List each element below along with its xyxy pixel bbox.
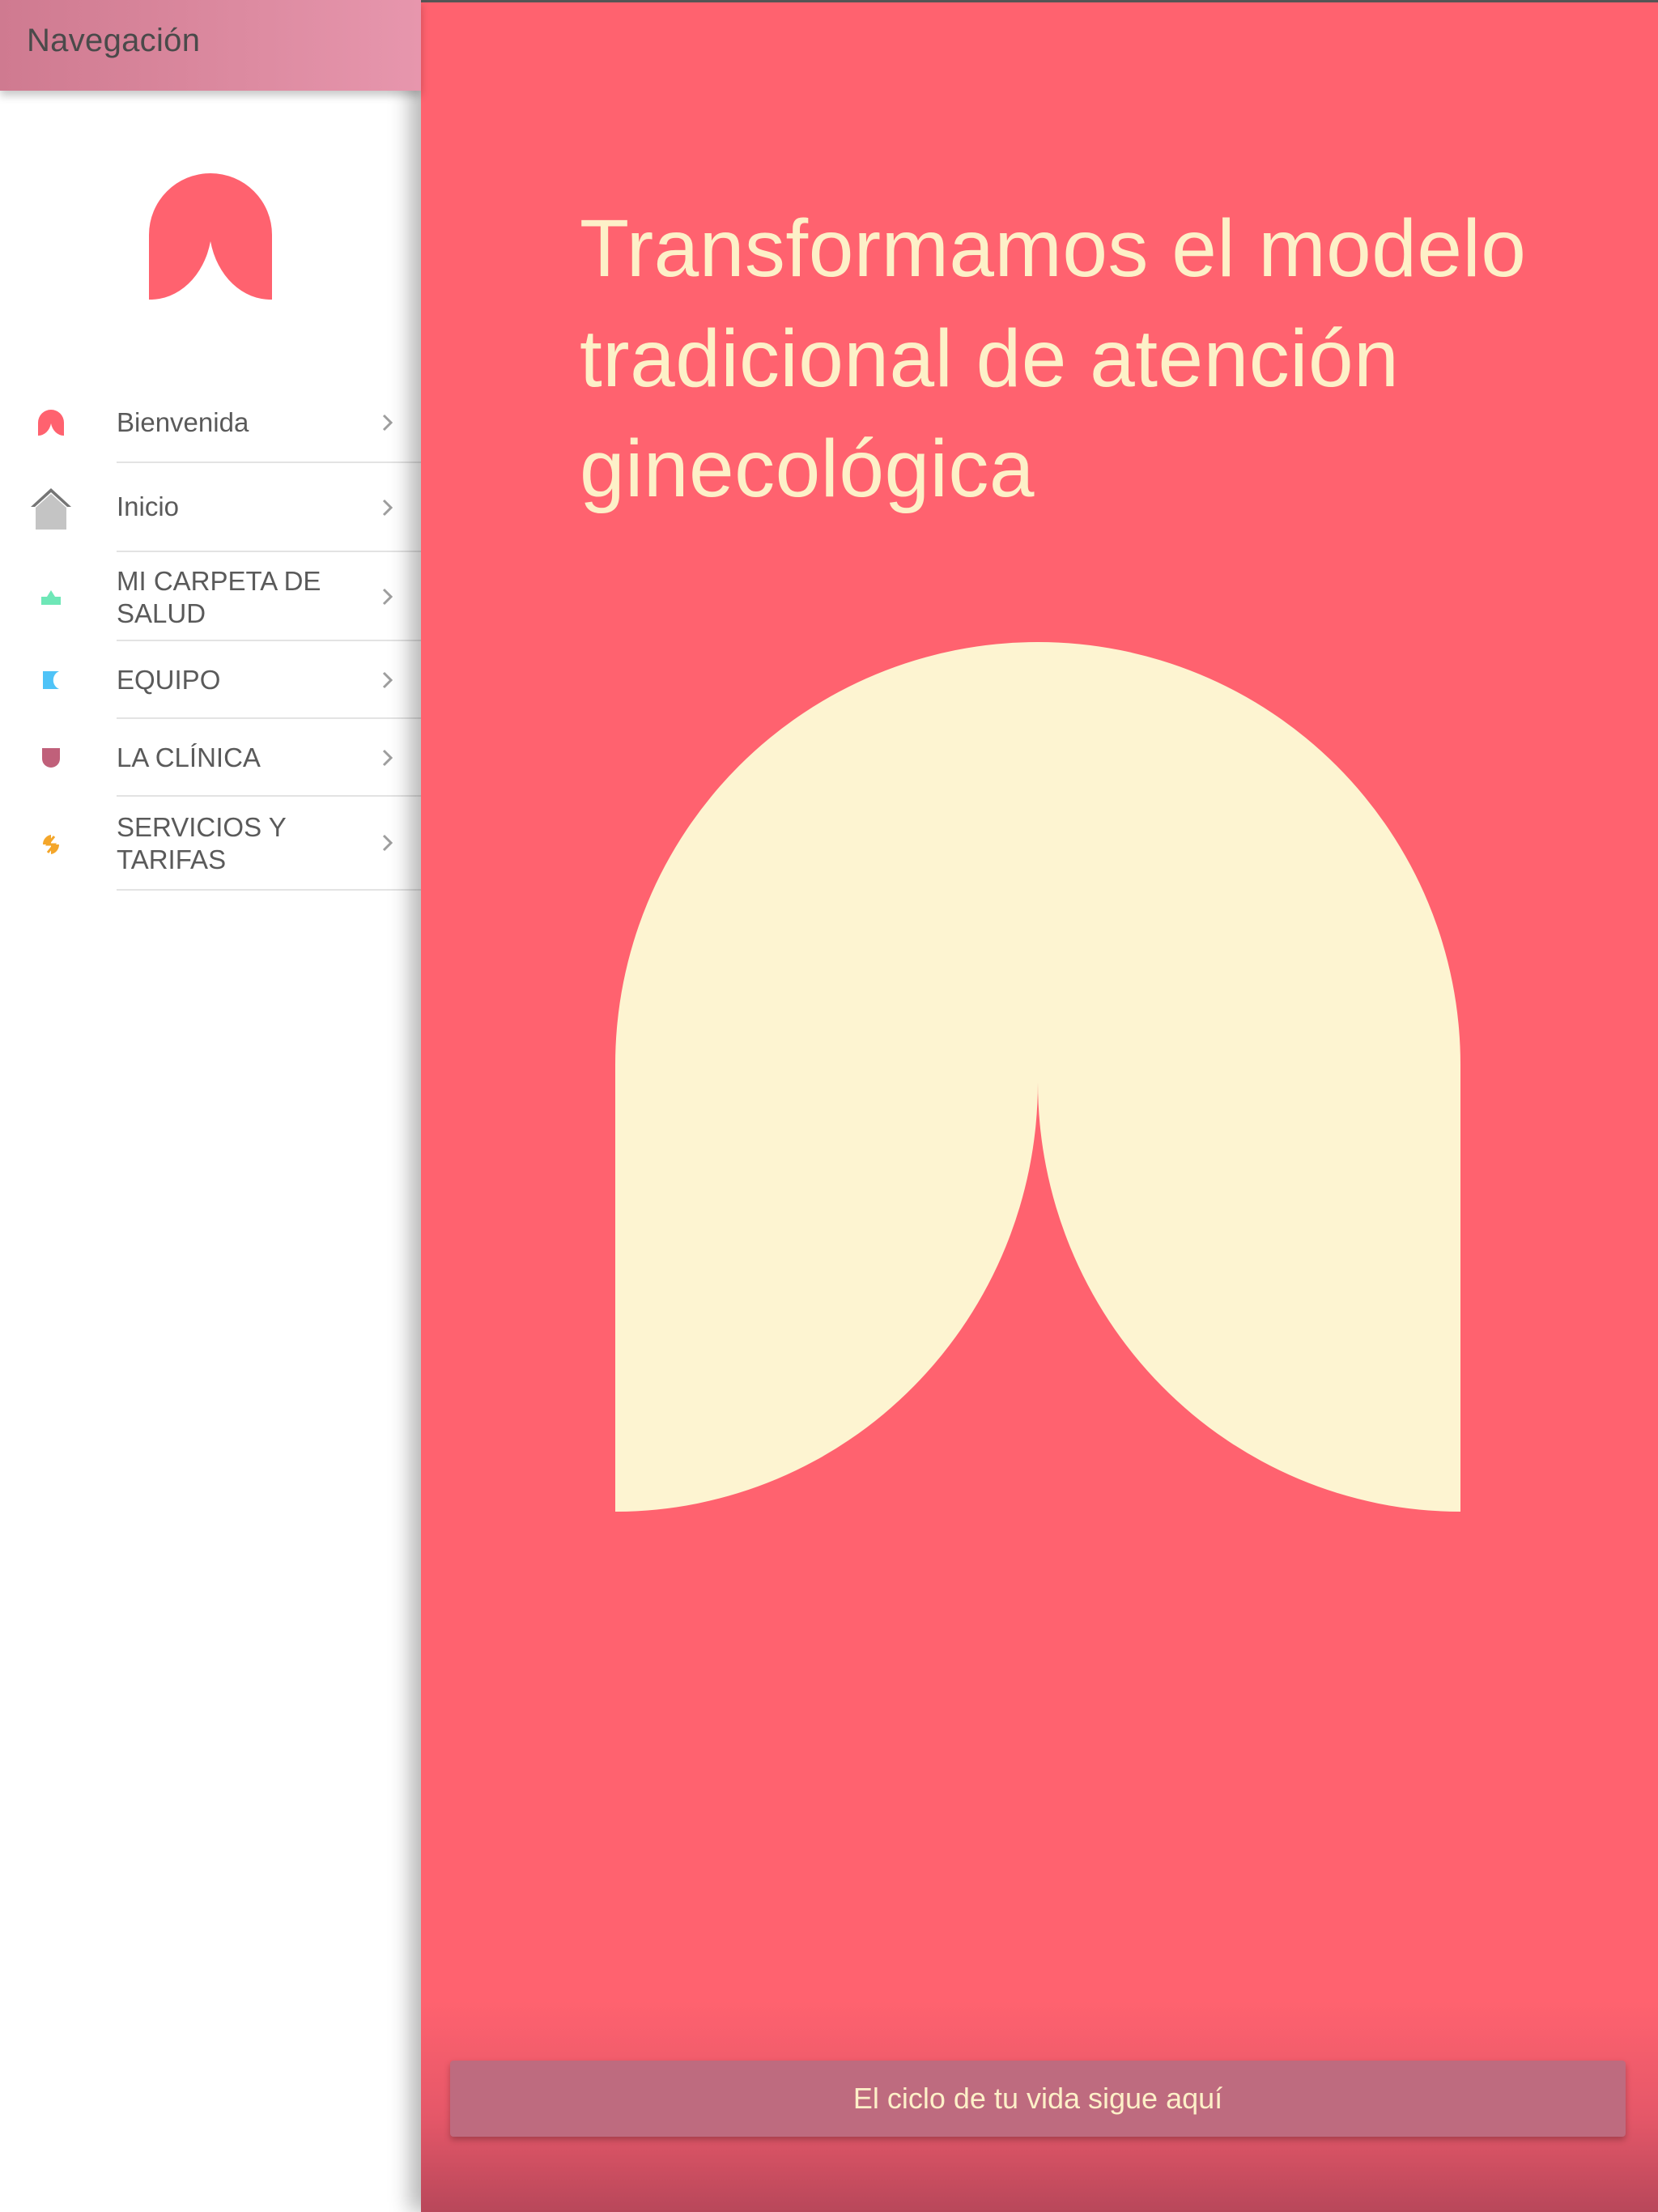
welcome-screen: Transformamos el modelo tradicional de a… bbox=[421, 0, 1658, 2212]
home-icon bbox=[29, 486, 73, 531]
sidebar-item-label: LA CLÍNICA bbox=[117, 742, 261, 772]
sidebar-item-servicios-y-tarifas[interactable]: SERVICIOS Y TARIFAS bbox=[0, 797, 421, 891]
folder-health-icon bbox=[29, 585, 73, 609]
navigation-title: Navegación bbox=[27, 23, 201, 58]
team-icon bbox=[29, 669, 73, 691]
sidebar-item-la-clinica[interactable]: LA CLÍNICA bbox=[0, 719, 421, 797]
brand-logo bbox=[149, 173, 272, 300]
continue-button[interactable]: El ciclo de tu vida sigue aquí bbox=[450, 2061, 1626, 2137]
sidebar-item-bienvenida[interactable]: Bienvenida bbox=[0, 382, 421, 463]
chevron-right-icon bbox=[382, 588, 393, 606]
brand-logo-large bbox=[615, 642, 1460, 1512]
sidebar-item-label: MI CARPETA DE SALUD bbox=[117, 566, 321, 628]
navigation-menu: Bienvenida Inicio MI CARPETA DE SALUD EQ… bbox=[0, 382, 421, 891]
sidebar-item-label: SERVICIOS Y TARIFAS bbox=[117, 812, 287, 874]
sidebar-item-label: EQUIPO bbox=[117, 665, 221, 695]
sidebar-item-inicio[interactable]: Inicio bbox=[0, 463, 421, 552]
chevron-right-icon bbox=[382, 749, 393, 767]
chevron-right-icon bbox=[382, 671, 393, 689]
chevron-right-icon bbox=[382, 499, 393, 517]
clinic-icon bbox=[29, 747, 73, 769]
divider bbox=[117, 889, 421, 891]
chevron-right-icon bbox=[382, 414, 393, 432]
sidebar-item-label: Bienvenida bbox=[117, 407, 249, 437]
hero-title: Transformamos el modelo tradicional de a… bbox=[580, 203, 1527, 514]
sidebar-item-label: Inicio bbox=[117, 491, 180, 521]
services-icon bbox=[29, 832, 73, 857]
sidebar-item-mi-carpeta-de-salud[interactable]: MI CARPETA DE SALUD bbox=[0, 552, 421, 641]
sidebar-item-equipo[interactable]: EQUIPO bbox=[0, 641, 421, 719]
brand-arch-icon bbox=[29, 410, 73, 436]
chevron-right-icon bbox=[382, 834, 393, 852]
navigation-header: Navegación bbox=[0, 0, 421, 91]
navigation-drawer: Navegación Bienvenida Inicio MI CARPETA … bbox=[0, 0, 421, 2212]
